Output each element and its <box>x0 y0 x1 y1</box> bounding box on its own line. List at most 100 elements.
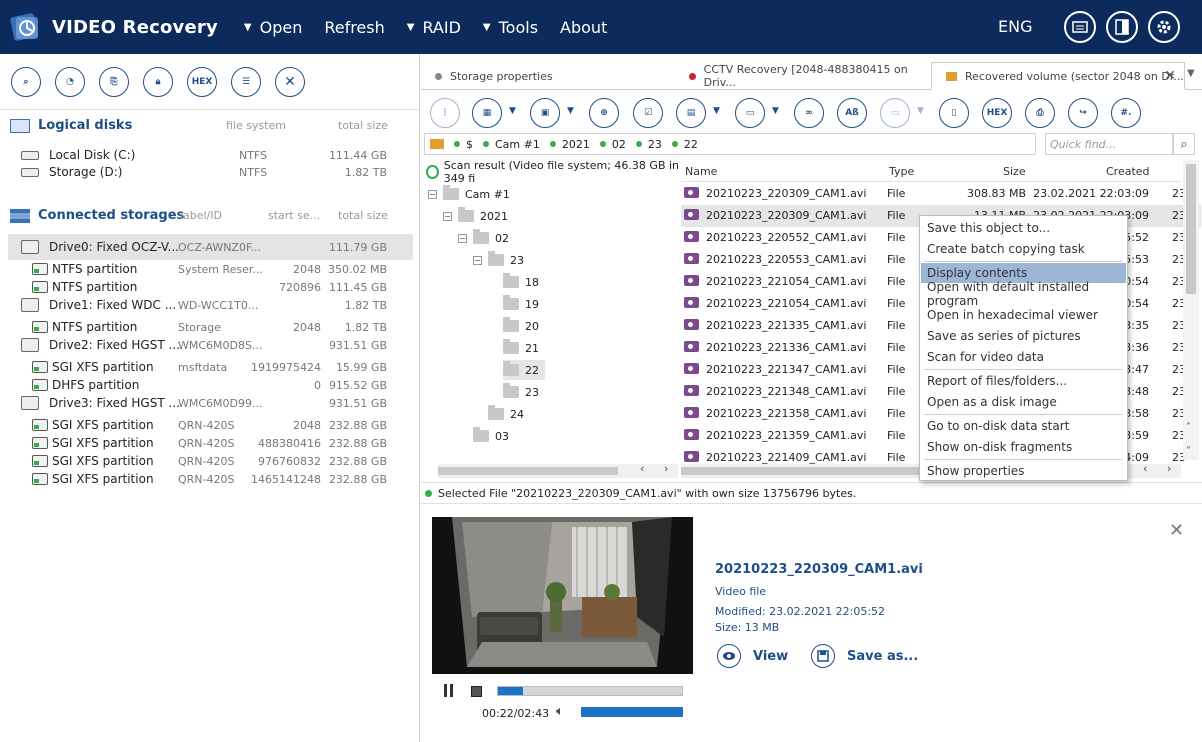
view-mode-button[interactable]: ▦ <box>472 98 502 128</box>
scroll-left-icon[interactable]: ‹ <box>1143 462 1147 475</box>
collapse-icon[interactable]: − <box>473 255 482 265</box>
context-menu-item[interactable]: Save this object to... <box>921 218 1126 238</box>
tree-view-button[interactable]: ⋮ <box>430 98 460 128</box>
volume-slider[interactable] <box>581 707 683 717</box>
collapse-icon[interactable]: − <box>458 233 467 243</box>
list-button[interactable]: ☰ <box>231 66 261 97</box>
caret-down-icon[interactable]: ▼ <box>772 106 779 116</box>
close-tab-icon[interactable]: ✕ <box>1164 68 1176 84</box>
context-menu-item[interactable]: Go to on-disk data start <box>921 416 1126 436</box>
storage-partition-row[interactable]: DHFS partition 0 915.52 GB <box>8 376 413 394</box>
tree-folder-node[interactable]: 23 <box>503 382 539 402</box>
storage-partition-row[interactable]: NTFS partition 720896 111.45 GB <box>8 278 413 296</box>
menu-about[interactable]: About <box>560 18 607 37</box>
logical-disk-row[interactable]: Storage (D:) NTFS 1.82 TB <box>8 163 413 181</box>
storage-drive-row[interactable]: Drive0: Fixed OCZ-V... OCZ-AWNZ0F... 111.7… <box>8 234 413 260</box>
breadcrumb-item[interactable]: Cam #1 <box>483 138 540 151</box>
caret-down-icon[interactable]: ▼ <box>509 106 516 116</box>
menu-open[interactable]: ▼ Open <box>244 18 302 37</box>
image-button[interactable]: ⎘ <box>99 66 129 97</box>
context-menu-item[interactable]: Create batch copying task <box>921 239 1126 259</box>
column-header-type[interactable]: Type <box>889 165 914 178</box>
tree-folder-node[interactable]: 18 <box>503 272 539 292</box>
tree-folder-node[interactable]: 24 <box>488 404 524 424</box>
tree-folder-node[interactable]: −23 <box>473 250 524 270</box>
caret-down-icon[interactable]: ▼ <box>713 106 720 116</box>
breadcrumb-item[interactable]: $ <box>454 138 473 151</box>
goto-button[interactable]: ↪ <box>1068 98 1098 128</box>
tree-root[interactable]: Scan result (Video file system; 46.38 GB… <box>426 159 680 185</box>
hex-view-button[interactable]: HEX <box>982 98 1012 128</box>
collapse-icon[interactable]: − <box>443 211 452 221</box>
storage-partition-row[interactable]: SGI XFS partition msftdata 1919975424 15.99… <box>8 358 413 376</box>
caret-down-icon[interactable]: ▼ <box>567 106 574 116</box>
column-header-size[interactable]: Size <box>1003 165 1026 178</box>
caret-down-icon[interactable]: ▼ <box>917 106 924 116</box>
layout-button[interactable]: ▤ <box>676 98 706 128</box>
context-menu-item[interactable]: Scan for video data <box>921 347 1126 367</box>
quick-find-input[interactable]: Quick find... <box>1045 133 1173 155</box>
tree-folder-node[interactable]: 21 <box>503 338 539 358</box>
hex-button[interactable]: HEX <box>187 66 217 97</box>
breadcrumb-item[interactable]: 22 <box>671 138 698 151</box>
scroll-left-icon[interactable]: ‹ <box>640 462 644 475</box>
context-menu-item[interactable]: Open as a disk image <box>921 392 1126 412</box>
storage-drive-row[interactable]: Drive1: Fixed WDC ... WD-WCC1T0... 1.82 TB <box>8 296 413 314</box>
breadcrumb-item[interactable]: 2021 <box>549 138 590 151</box>
tree-folder-node[interactable]: 20 <box>503 316 539 336</box>
file-row[interactable]: 20210223_220309_CAM1.avi File 308.83 MB 23.… <box>681 183 1201 205</box>
menu-tools[interactable]: ▼ Tools <box>483 18 538 37</box>
column-header-name[interactable]: Name <box>685 165 717 178</box>
menu-refresh[interactable]: Refresh <box>324 18 384 37</box>
print-button[interactable]: ⎙ <box>1025 98 1055 128</box>
breadcrumb-item[interactable]: 23 <box>635 138 662 151</box>
language-selector[interactable]: ENG <box>998 17 1032 36</box>
storage-drive-row[interactable]: Drive3: Fixed HGST ... WMC6M0D99... 931.51… <box>8 394 413 412</box>
tree-folder-node[interactable]: 03 <box>473 426 509 446</box>
stop-button[interactable] <box>471 686 482 697</box>
menu-raid[interactable]: ▼ RAID <box>407 18 461 37</box>
encoding-button[interactable]: Aß <box>837 98 867 128</box>
tab-list-chevron-icon[interactable]: ▼ <box>1187 68 1195 79</box>
speaker-icon[interactable]: 🔈︎ <box>556 704 564 719</box>
scroll-right-icon[interactable]: › <box>664 462 668 475</box>
breadcrumb-item[interactable]: 02 <box>599 138 626 151</box>
close-storage-button[interactable]: ✕ <box>275 66 305 97</box>
log-button[interactable] <box>1064 11 1096 43</box>
tree-folder-node[interactable]: 19 <box>503 294 539 314</box>
tree-horizontal-scrollbar[interactable]: ‹ › <box>438 462 678 478</box>
storage-partition-row[interactable]: NTFS partition Storage 2048 1.82 TB <box>8 318 413 336</box>
add-files-button[interactable]: ⊕ <box>589 98 619 128</box>
storage-partition-row[interactable]: SGI XFS partition QRN-420S 1465141248 232.8… <box>8 470 413 488</box>
scan-button[interactable]: ◔ <box>55 66 85 97</box>
context-menu-item[interactable]: Show properties <box>921 461 1126 481</box>
context-menu-item[interactable]: Open with default installed program <box>921 280 1126 308</box>
storage-partition-row[interactable]: SGI XFS partition QRN-420S 2048 232.88 GB <box>8 416 413 434</box>
video-player[interactable] <box>432 517 693 674</box>
tab-recovered-volume[interactable]: Recovered volume (sector 2048 on Dr... ✕ <box>931 62 1185 90</box>
search-button[interactable]: ∞ <box>794 98 824 128</box>
context-menu-item[interactable]: Save as series of pictures <box>921 326 1126 346</box>
view-button[interactable]: View <box>717 644 788 668</box>
list-vertical-scrollbar[interactable]: ˄ ˅ <box>1183 160 1199 460</box>
tree-folder-node[interactable]: 22 <box>503 360 545 380</box>
sector-button[interactable]: #. <box>1111 98 1141 128</box>
logical-disk-row[interactable]: Local Disk (C:) NTFS 111.44 GB <box>8 146 413 164</box>
quick-find-button[interactable]: ⌕ <box>1173 133 1195 155</box>
context-menu-item[interactable]: Show on-disk fragments <box>921 437 1126 457</box>
storage-partition-row[interactable]: SGI XFS partition QRN-420S 976760832 232.88… <box>8 452 413 470</box>
storage-partition-row[interactable]: NTFS partition System Reser... 2048 350.02 … <box>8 260 413 278</box>
tab-cctv-recovery[interactable]: CCTV Recovery [2048-488380415 on Driv... <box>675 62 931 90</box>
scroll-down-icon[interactable]: ˅ <box>1186 446 1191 457</box>
preview-button[interactable]: ▭ <box>880 98 910 128</box>
tree-folder-node[interactable]: − Cam #1 <box>428 184 510 204</box>
display-button[interactable]: ▭ <box>735 98 765 128</box>
pause-button[interactable] <box>443 684 455 700</box>
playback-progress-bar[interactable] <box>497 686 683 696</box>
context-menu-item[interactable]: Report of files/folders... <box>921 371 1126 391</box>
checklist-button[interactable]: ☑ <box>633 98 663 128</box>
panels-button[interactable] <box>1106 11 1138 43</box>
collapse-icon[interactable]: − <box>428 189 437 199</box>
column-header-created[interactable]: Created <box>1106 165 1150 178</box>
close-preview-icon[interactable]: ✕ <box>1169 520 1184 541</box>
